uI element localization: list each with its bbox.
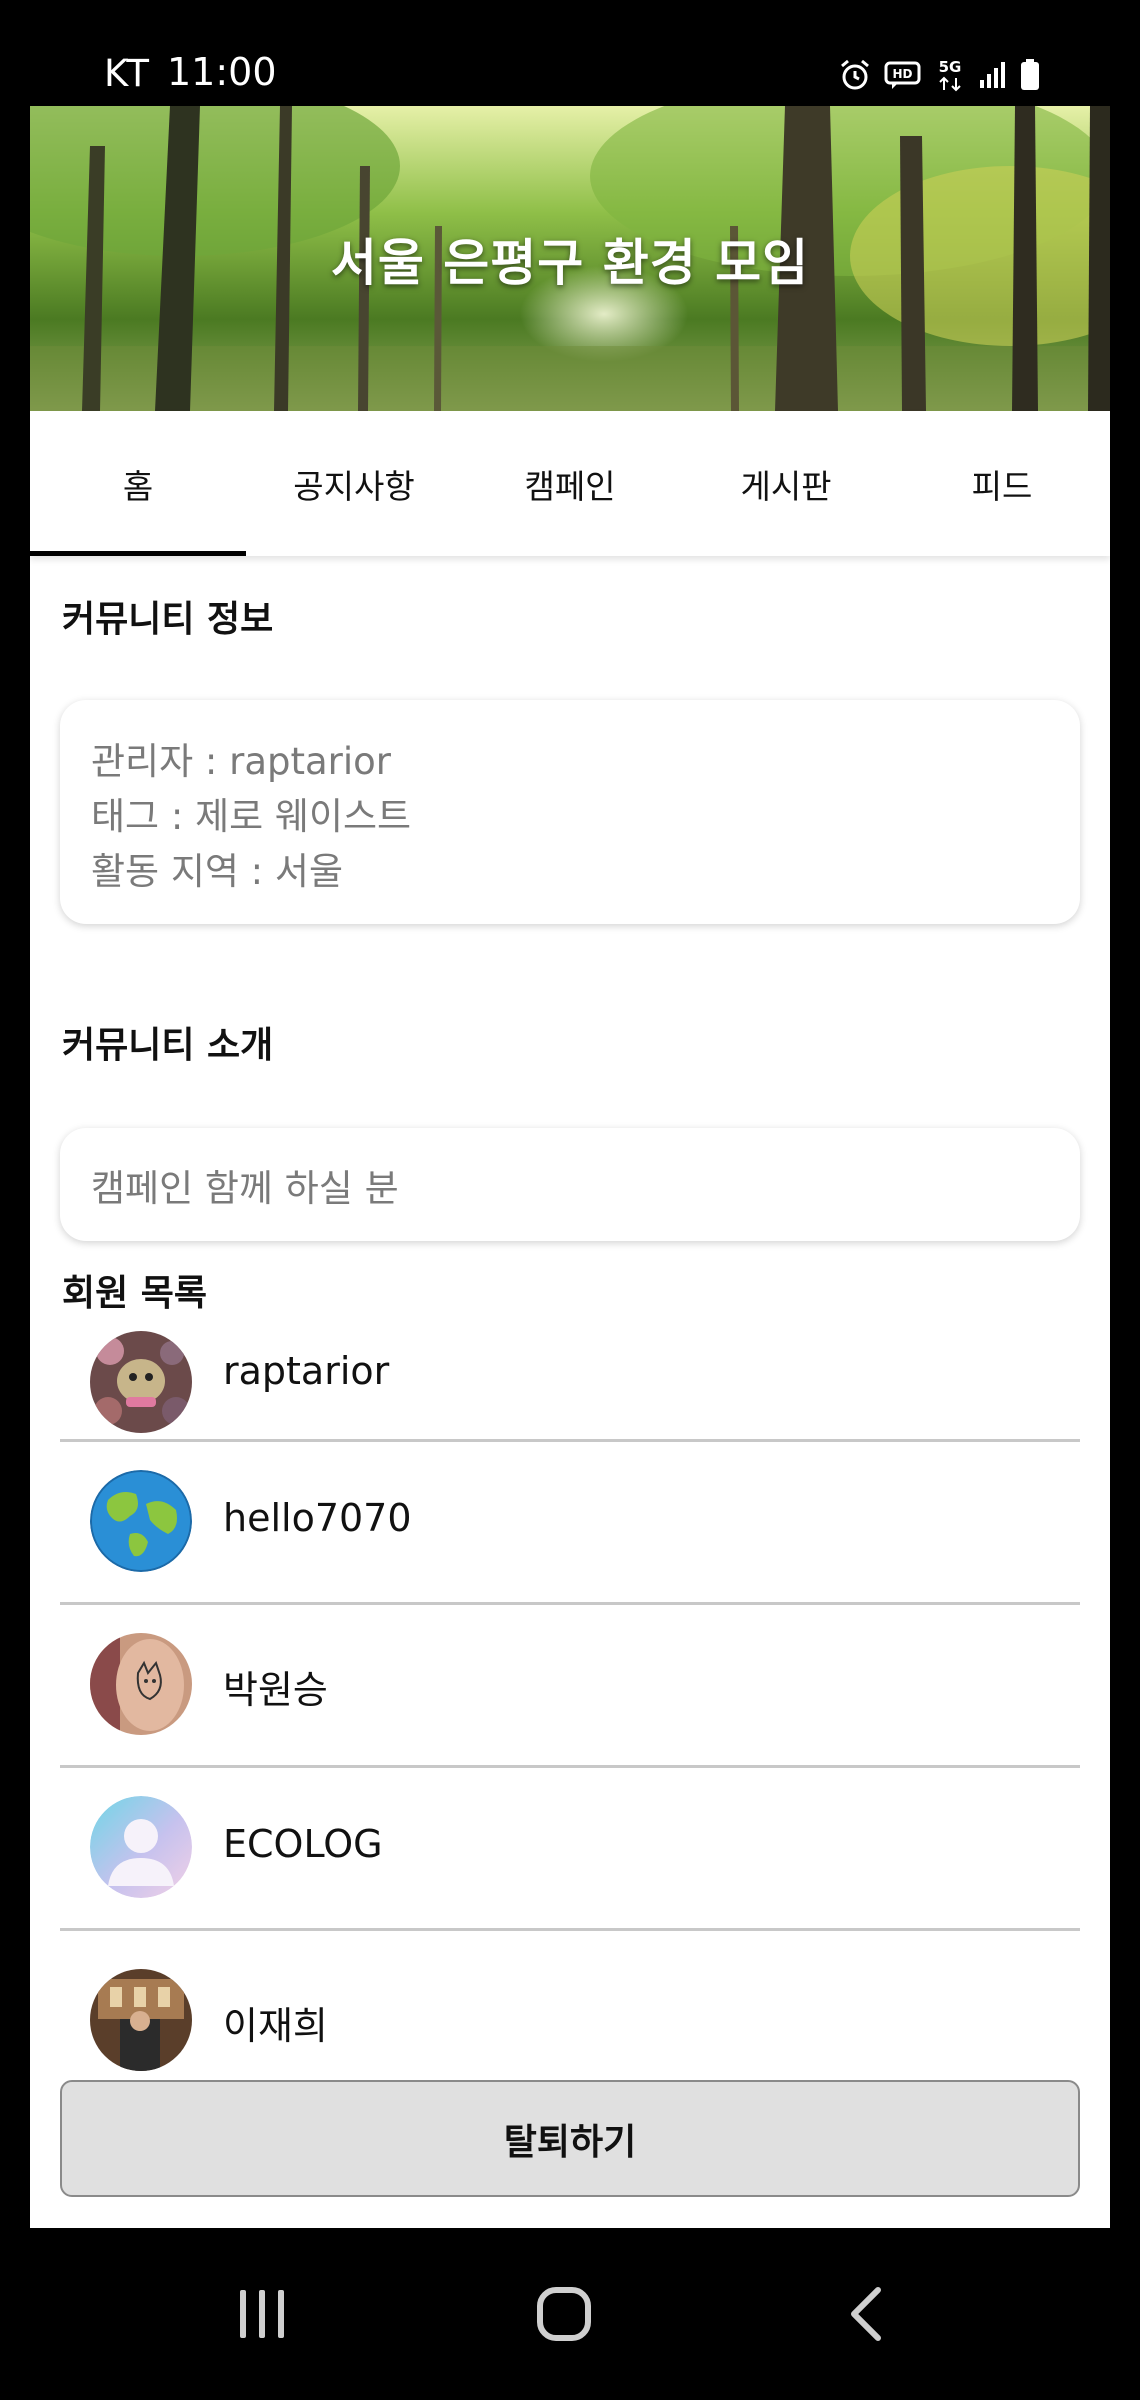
home-content: 커뮤니티 정보 관리자 : raptarior 태그 : 제로 웨이스트 활동 …: [30, 556, 1110, 2228]
hd-voice-icon: HD: [884, 61, 921, 89]
member-name: ECOLOG: [223, 1822, 383, 1866]
carrier-label: KT: [104, 52, 150, 95]
community-intro-heading: 커뮤니티 소개: [62, 1025, 274, 1066]
member-avatar: [90, 1969, 192, 2071]
battery-icon: [1021, 59, 1039, 90]
member-avatar: [90, 1331, 192, 1433]
tab-home[interactable]: 홈: [30, 411, 246, 556]
intro-text: 캠페인 함께 하실 분: [91, 1166, 399, 1210]
member-name: raptarior: [223, 1349, 390, 1393]
home-icon[interactable]: [536, 2286, 592, 2342]
community-info-heading: 커뮤니티 정보: [62, 599, 274, 640]
svg-text:HD: HD: [892, 67, 912, 81]
tag-text: 태그 : 제로 웨이스트: [91, 795, 412, 838]
member-name: hello7070: [223, 1496, 412, 1540]
phone-frame: KT 11:00 HD 5G 서울 은평구 환경 모임 홈 공지사항 캠페인 게…: [0, 0, 1140, 2400]
tab-bar: 홈 공지사항 캠페인 게시판 피드: [30, 411, 1110, 556]
member-avatar: [90, 1633, 192, 1735]
status-bar: KT 11:00 HD 5G: [0, 0, 1140, 106]
member-avatar: [90, 1796, 192, 1898]
member-item[interactable]: ECOLOG: [60, 1768, 1080, 1931]
alarm-icon: [841, 59, 869, 90]
member-list: raptarior hello7070 박원승 ECOLOG 이재희: [60, 1321, 1080, 2091]
member-item[interactable]: raptarior: [60, 1321, 1080, 1442]
back-icon[interactable]: [848, 2286, 884, 2342]
5g-icon: 5G: [939, 58, 962, 92]
member-name: 이재희: [223, 2004, 328, 2048]
community-info-card: 관리자 : raptarior 태그 : 제로 웨이스트 활동 지역 : 서울: [60, 700, 1080, 924]
member-item[interactable]: 박원승: [60, 1605, 1080, 1768]
community-title: 서울 은평구 환경 모임: [330, 233, 810, 292]
region-text: 활동 지역 : 서울: [91, 850, 343, 893]
tab-campaigns[interactable]: 캠페인: [462, 411, 678, 556]
community-intro-card: 캠페인 함께 하실 분: [60, 1128, 1080, 1241]
status-time: 11:00: [167, 50, 277, 94]
member-list-heading: 회원 목록: [62, 1273, 208, 1314]
svg-text:5G: 5G: [939, 58, 962, 76]
leave-community-button[interactable]: 탈퇴하기: [60, 2080, 1080, 2197]
tab-notices[interactable]: 공지사항: [246, 411, 462, 556]
admin-text: 관리자 : raptarior: [91, 740, 392, 783]
tab-board[interactable]: 게시판: [678, 411, 894, 556]
member-item[interactable]: 이재희: [60, 1931, 1080, 2091]
member-avatar: [90, 1470, 192, 1572]
recent-apps-icon[interactable]: [236, 2288, 288, 2340]
member-name: 박원승: [223, 1668, 328, 1712]
tab-feed[interactable]: 피드: [894, 411, 1110, 556]
app-screen: 서울 은평구 환경 모임 홈 공지사항 캠페인 게시판 피드 커뮤니티 정보 관…: [30, 106, 1110, 2228]
member-item[interactable]: hello7070: [60, 1442, 1080, 1605]
signal-icon: [980, 62, 1005, 88]
status-icons: HD 5G: [838, 56, 1040, 94]
system-nav-bar: [0, 2228, 1140, 2400]
header-banner: 서울 은평구 환경 모임: [30, 106, 1110, 411]
